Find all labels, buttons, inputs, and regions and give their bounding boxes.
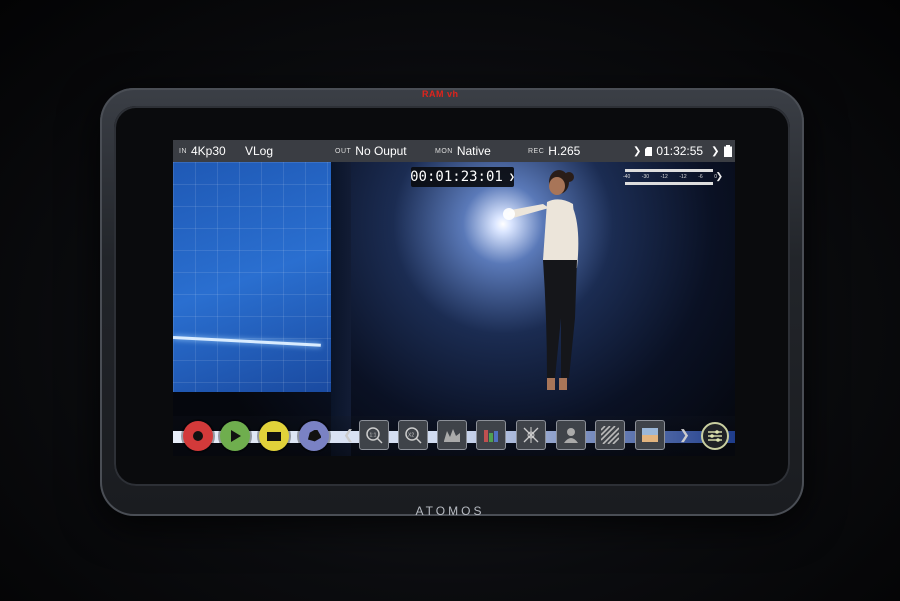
wall-panel (331, 162, 351, 456)
rgb-parade-button[interactable] (476, 420, 506, 450)
play-icon (231, 430, 241, 442)
chevron-left-icon[interactable]: ❮ (343, 427, 354, 443)
lut-icon (642, 428, 658, 442)
tag-button[interactable] (299, 421, 329, 451)
lut-button[interactable] (635, 420, 665, 450)
settings-button[interactable] (701, 422, 729, 450)
audio-meter[interactable]: -40 -30 -12 -12 -6 0 ❯ (623, 167, 723, 187)
waveform-button[interactable] (437, 420, 467, 450)
chevron-right-icon: ❯ (508, 171, 515, 183)
audio-meter-channel-1 (625, 169, 713, 172)
chevron-right-icon[interactable]: ❯ (679, 427, 690, 443)
stop-icon (267, 431, 281, 441)
monitor-mode-status[interactable]: MON Native (435, 140, 491, 162)
log-profile[interactable]: VLog (245, 140, 273, 162)
rgb-parade-icon (484, 430, 498, 442)
vectorscope-icon (523, 427, 539, 443)
false-color-button[interactable] (556, 420, 586, 450)
storage-status[interactable]: ❯ 01:32:55 ❯ (633, 140, 732, 162)
brand-logo-text: ATOMOS (415, 504, 485, 518)
remaining-record-time: 01:32:55 (656, 144, 704, 158)
zebra-button[interactable] (595, 420, 625, 450)
input-format: 4Kp30 (191, 144, 226, 158)
record-button[interactable] (183, 421, 213, 451)
battery-icon (723, 145, 732, 157)
tag-icon (307, 430, 321, 442)
presenter-figure (503, 170, 579, 390)
record-format-status[interactable]: REC H.265 (528, 140, 580, 162)
output-tag: OUT (335, 147, 352, 155)
meter-tick: -12 (679, 174, 687, 180)
storage-card-icon (645, 146, 653, 156)
projection-grid (173, 162, 331, 392)
device-top-label: RAM vh (422, 89, 459, 99)
zoom-1-1-text: 1:1 (370, 433, 377, 439)
stop-button[interactable] (259, 421, 289, 451)
log-profile-label: VLog (245, 144, 274, 158)
input-tag: IN (179, 147, 187, 155)
zoom-x2-text: X2 (408, 433, 414, 439)
waveform-icon (444, 429, 460, 442)
output-value: No Ouput (355, 144, 407, 158)
record-tag: REC (528, 147, 545, 155)
meter-tick: -6 (698, 174, 703, 180)
chevron-right-icon: ❯ (633, 145, 642, 157)
record-codec: H.265 (548, 144, 581, 158)
status-bar: IN 4Kp30 VLog OUT No Ouput MON Native RE… (173, 140, 735, 162)
timecode-display[interactable]: 00:01:23:01 ❯ (410, 167, 515, 187)
output-status[interactable]: OUT No Ouput (335, 140, 407, 162)
record-icon (193, 431, 203, 441)
zoom-1-1-button[interactable]: 1:1 (359, 420, 389, 450)
zoom-x2-button[interactable]: X2 (398, 420, 428, 450)
audio-meter-scale: -40 -30 -12 -12 -6 0 (623, 174, 717, 180)
zoom-1-1-icon: 1:1 (366, 427, 383, 444)
meter-tick: -12 (660, 174, 668, 180)
vectorscope-button[interactable] (516, 420, 546, 450)
chevron-right-icon: ❯ (711, 145, 720, 157)
zoom-x2-icon: X2 (405, 427, 422, 444)
audio-meter-channel-2 (625, 182, 713, 185)
timecode-value: 00:01:23:01 (410, 169, 503, 185)
meter-tick: -40 (623, 174, 631, 180)
monitor-mode-value: Native (456, 144, 491, 158)
monitor-tag: MON (435, 147, 453, 155)
play-button[interactable] (220, 421, 250, 451)
input-status[interactable]: IN 4Kp30 (179, 140, 226, 162)
false-color-icon (564, 428, 578, 443)
chevron-right-icon: ❯ (715, 171, 723, 181)
zebra-icon (601, 426, 619, 444)
monitor-screen: IN 4Kp30 VLog OUT No Ouput MON Native RE… (173, 140, 735, 456)
settings-sliders-icon (708, 430, 722, 442)
meter-tick: -30 (641, 174, 650, 180)
